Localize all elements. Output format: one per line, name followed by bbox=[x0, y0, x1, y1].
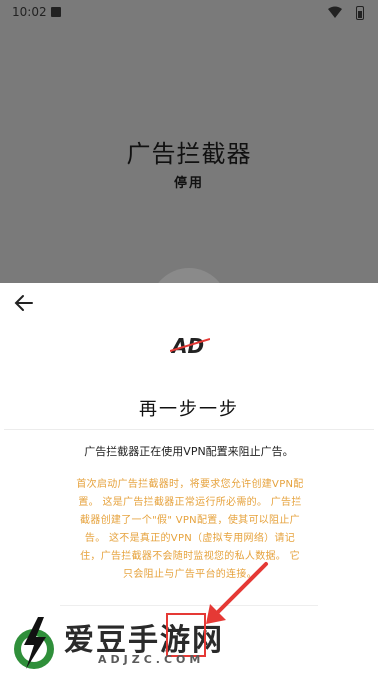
watermark-url: ADJZC.COM bbox=[98, 653, 205, 666]
status-time: 10:02 bbox=[12, 5, 47, 19]
sheet-title: 再一步一步 bbox=[139, 399, 239, 420]
wifi-icon bbox=[328, 6, 342, 18]
battery-icon bbox=[356, 6, 364, 20]
notification-icon bbox=[51, 7, 61, 17]
watermark: 爱豆手游网 ADJZC.COM bbox=[0, 605, 378, 673]
watermark-highlight bbox=[166, 613, 206, 657]
back-arrow-icon[interactable] bbox=[14, 293, 34, 313]
app-status: 停用 bbox=[173, 176, 204, 191]
watermark-logo-icon bbox=[14, 617, 54, 669]
divider bbox=[4, 429, 374, 430]
status-bar: 10:02 bbox=[0, 0, 378, 26]
app-title: 广告拦截器 bbox=[126, 140, 252, 168]
sheet-subtitle: 广告拦截器正在使用VPN配置来阻止广告。 bbox=[84, 445, 294, 458]
adblock-logo: AD bbox=[170, 334, 210, 358]
